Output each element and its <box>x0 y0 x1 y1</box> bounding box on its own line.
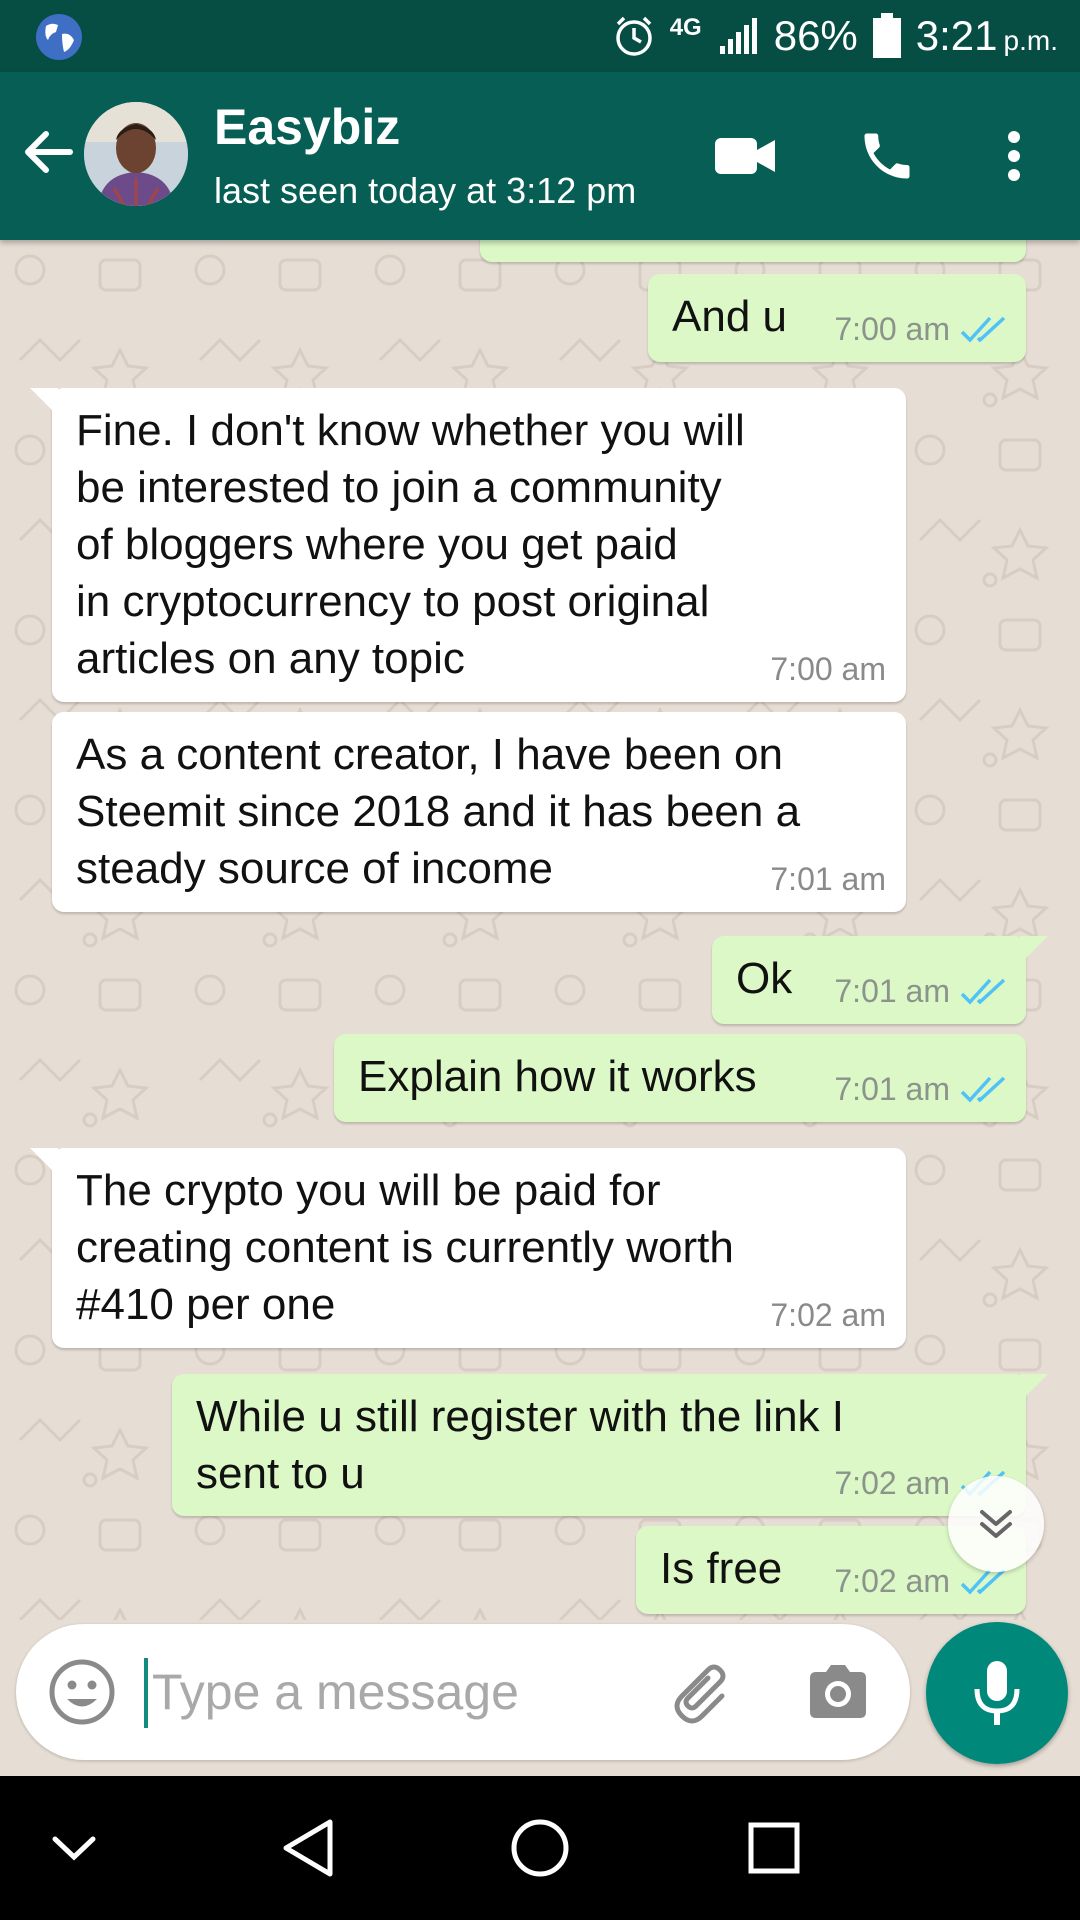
text-cursor <box>144 1658 148 1728</box>
message-time: 7:02 am <box>834 1563 950 1599</box>
video-call-icon[interactable] <box>710 116 780 196</box>
battery-icon <box>872 13 901 58</box>
message-time: 7:02 am <box>834 1465 950 1501</box>
voice-record-button[interactable] <box>926 1622 1068 1764</box>
emoji-icon[interactable] <box>46 1656 118 1728</box>
chat-header: Easybiz last seen today at 3:12 pm <box>0 72 1080 240</box>
clock: 3:21 <box>915 12 998 59</box>
nav-home-button[interactable] <box>500 1808 580 1888</box>
message-composer <box>16 1624 910 1760</box>
bubble-tail <box>1020 936 1048 964</box>
message-bubble-outgoing[interactable]: And u 7:00 am <box>648 274 1026 362</box>
message-text: Fine. I don't know whether you will be i… <box>76 406 745 683</box>
message-time: 7:00 am <box>834 311 950 347</box>
message-text: And u <box>672 292 787 341</box>
last-seen-status: last seen today at 3:12 pm <box>214 170 637 211</box>
bubble-tail <box>1020 1374 1048 1402</box>
read-ticks-icon <box>960 1076 1006 1103</box>
camera-icon[interactable] <box>804 1658 872 1726</box>
contact-avatar[interactable] <box>84 102 188 206</box>
read-ticks-icon <box>960 978 1006 1005</box>
nav-recents-button[interactable] <box>734 1808 814 1888</box>
alarm-icon <box>615 16 652 56</box>
back-arrow-icon[interactable] <box>18 122 78 182</box>
message-time: 7:01 am <box>770 861 886 897</box>
avatar-image <box>84 102 188 206</box>
more-vert-icon[interactable] <box>996 116 1032 196</box>
message-bubble-incoming[interactable]: The crypto you will be paid for creating… <box>30 1148 906 1348</box>
message-text: While u still register with the link I s… <box>196 1392 844 1498</box>
phone-icon[interactable] <box>852 116 922 196</box>
system-navigation-bar <box>0 1776 1080 1920</box>
read-ticks-icon <box>960 316 1006 343</box>
message-bubble-outgoing[interactable]: Ok 7:01 am <box>712 936 1048 1024</box>
message-text: As a content creator, I have been on Ste… <box>76 730 801 893</box>
contact-name[interactable]: Easybiz <box>214 98 400 156</box>
message-time: 7:01 am <box>834 973 950 1009</box>
signal-icon <box>719 18 757 54</box>
bubble-tail <box>30 1148 58 1176</box>
message-text: The crypto you will be paid for creating… <box>76 1166 734 1329</box>
message-bubble-outgoing[interactable]: Explain how it works 7:01 am <box>334 1034 1026 1122</box>
message-bubble-incoming[interactable]: As a content creator, I have been on Ste… <box>52 712 906 912</box>
message-text: Is free <box>660 1544 783 1593</box>
mic-icon <box>974 1661 1020 1725</box>
message-input[interactable] <box>152 1654 672 1730</box>
nav-hide-keyboard-button[interactable] <box>34 1808 114 1888</box>
message-text: Ok <box>736 954 793 1003</box>
message-time: 7:02 am <box>770 1297 886 1333</box>
network-type: 4G <box>669 14 702 41</box>
message-text: Explain how it works <box>358 1052 757 1101</box>
globe-icon <box>36 14 82 60</box>
message-bubble-partial[interactable] <box>480 240 1026 262</box>
home-circle-icon <box>511 1819 569 1877</box>
message-time: 7:00 am <box>770 651 886 687</box>
message-bubble-incoming[interactable]: Fine. I don't know whether you will be i… <box>30 388 906 702</box>
double-chevron-down-icon <box>980 1510 1012 1538</box>
message-bubble-outgoing[interactable]: While u still register with the link I s… <box>172 1374 1048 1516</box>
scroll-to-bottom-button[interactable] <box>948 1476 1044 1572</box>
attach-icon[interactable] <box>668 1656 744 1732</box>
message-time: 7:01 am <box>834 1071 950 1107</box>
bubble-tail <box>30 388 58 416</box>
recents-square-icon <box>748 1822 800 1874</box>
battery-percent: 86% <box>773 12 858 59</box>
nav-back-button[interactable] <box>268 1808 348 1888</box>
clock-ampm: p.m. <box>1003 25 1058 56</box>
status-bar: 4G 86% 3:21 p.m. <box>0 0 1080 72</box>
chevron-down-icon <box>52 1836 96 1861</box>
message-list[interactable]: And u 7:00 am Fine. I don't know whether… <box>0 240 1080 1620</box>
back-triangle-icon <box>283 1819 333 1877</box>
